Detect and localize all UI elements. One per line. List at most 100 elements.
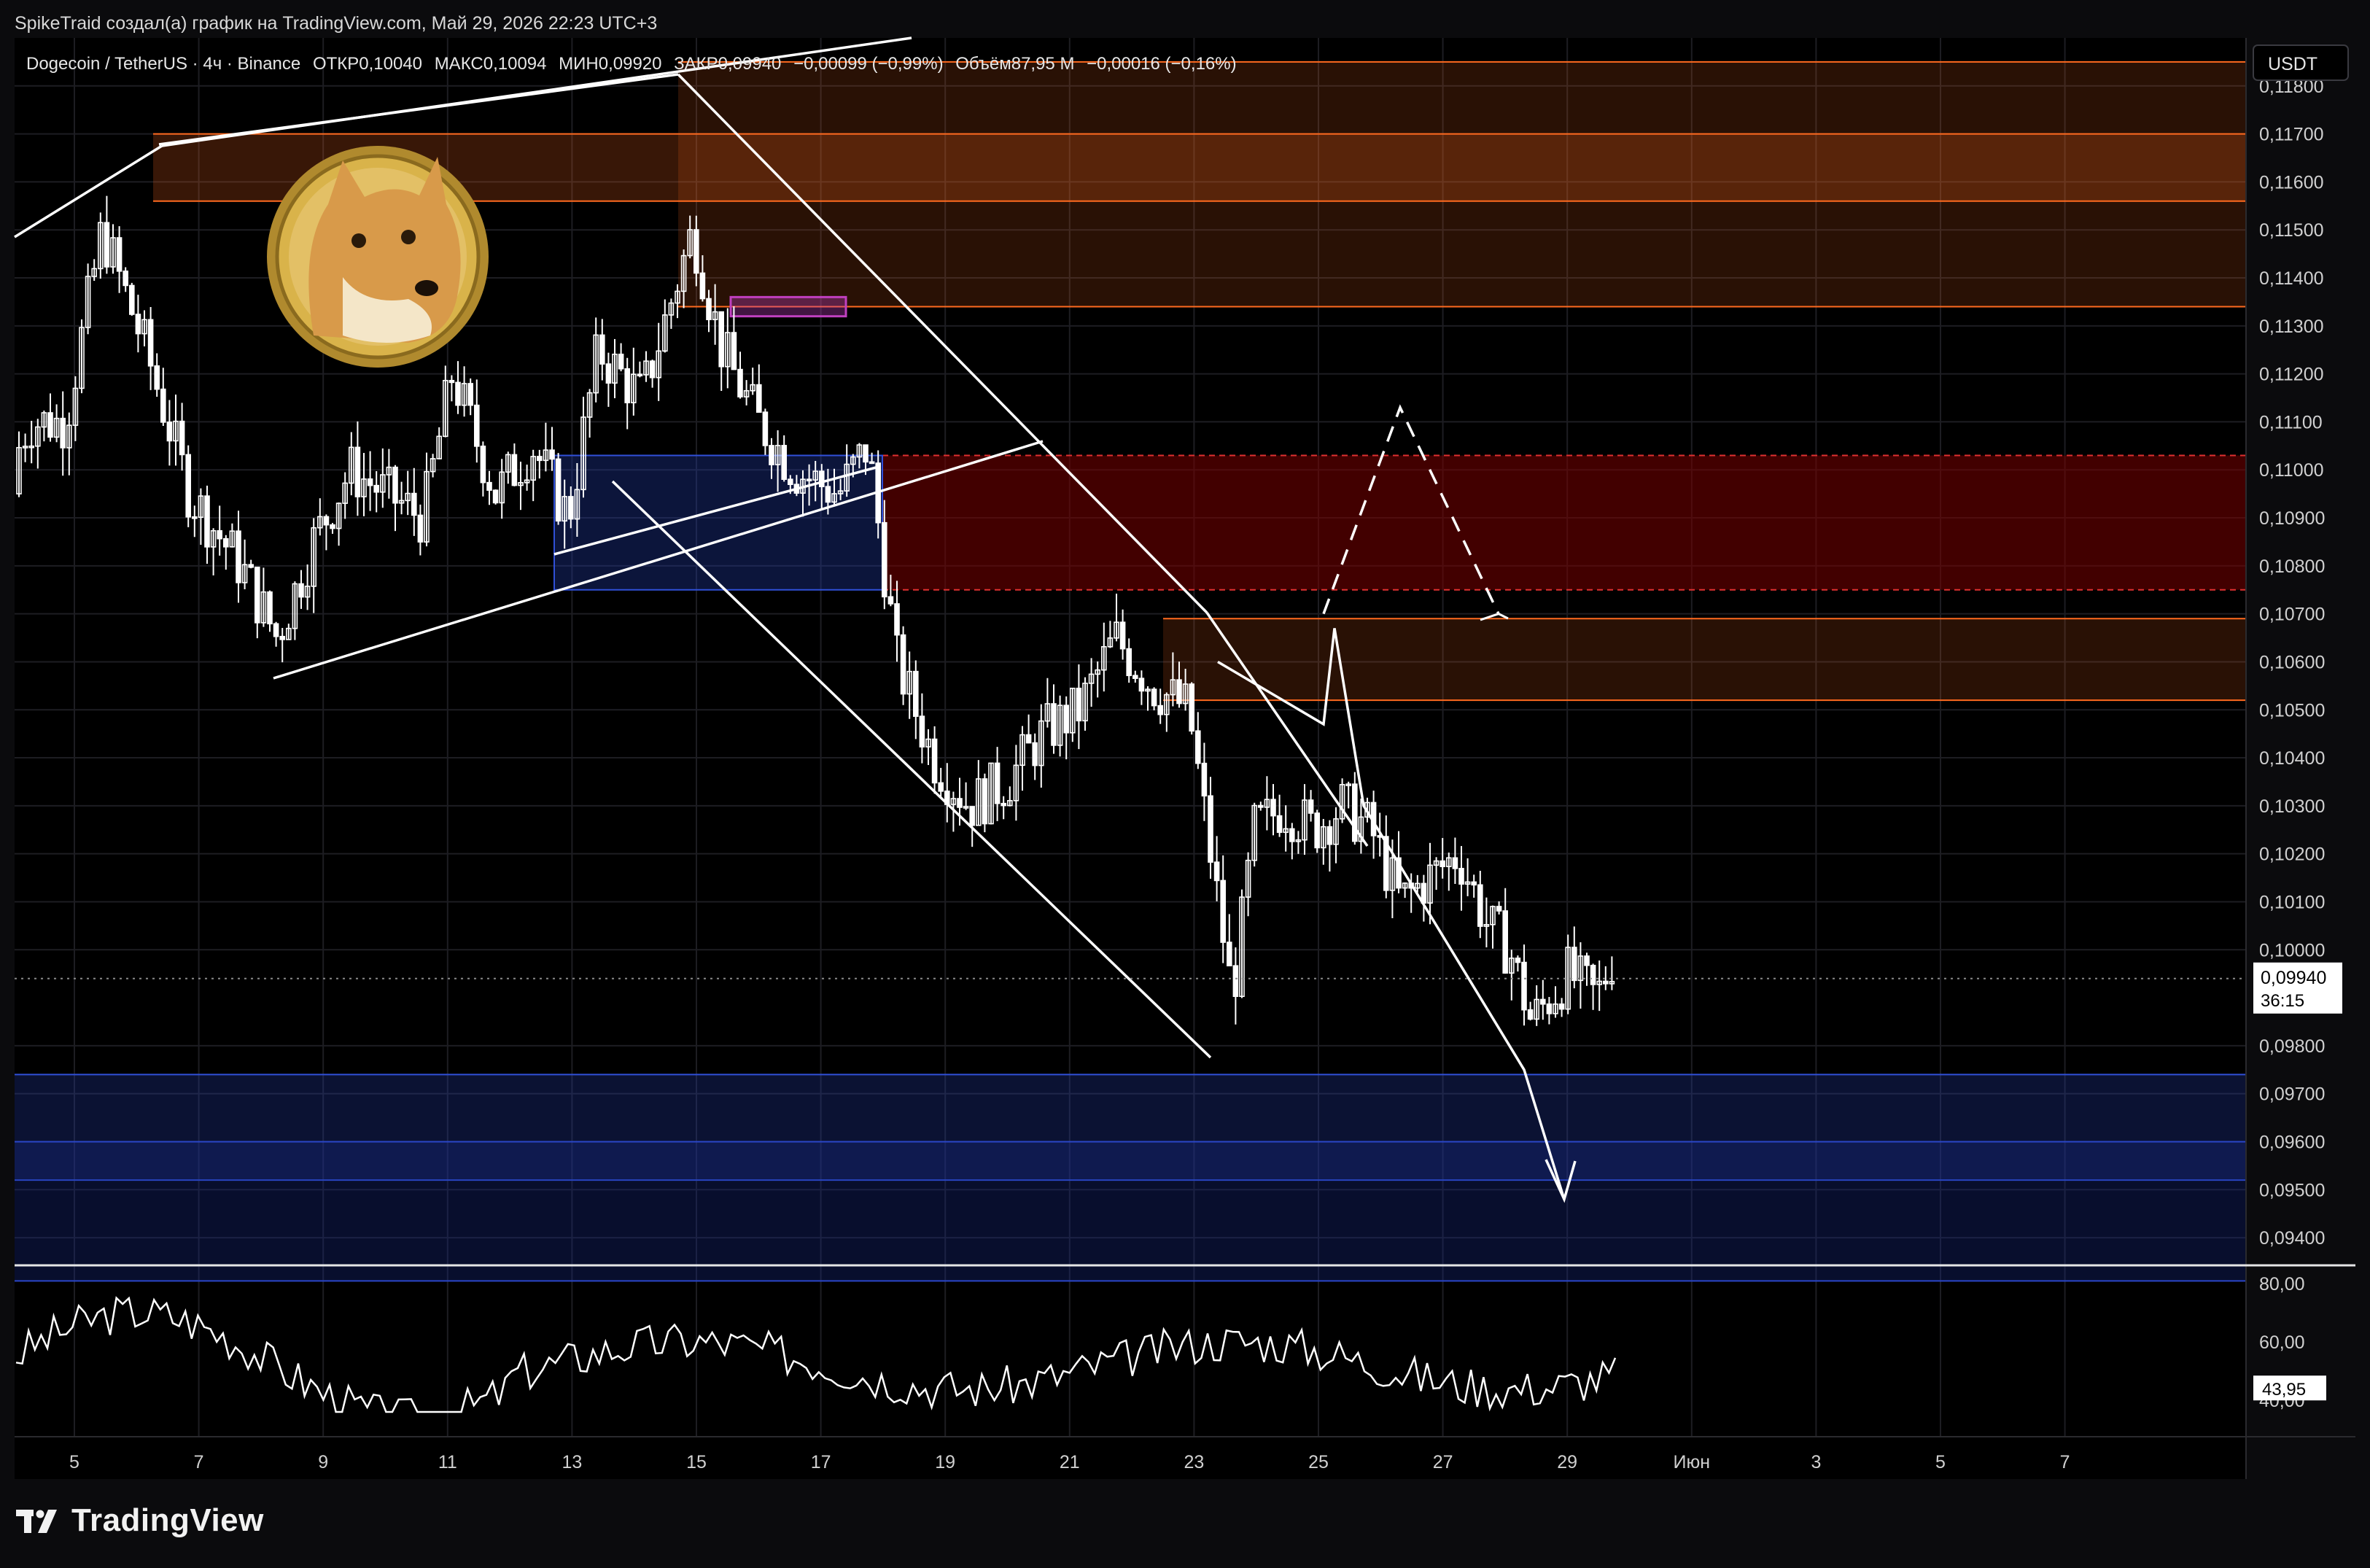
symbol-legend: Dogecoin / TetherUS · 4ч · Binance ОТКР0… <box>26 54 1244 74</box>
price-tick-label: 0,11500 <box>2259 220 2324 241</box>
brand-name: TradingView <box>71 1502 264 1538</box>
candle-body <box>1276 815 1283 834</box>
candle-body <box>882 521 887 598</box>
candle-body <box>492 489 499 504</box>
price-tick-label: 0,10400 <box>2259 748 2325 769</box>
price-tick-label: 0,09800 <box>2259 1036 2325 1057</box>
chart-credit: SpikeTraid создал(а) график на TradingVi… <box>15 13 658 34</box>
candle-body <box>731 332 737 370</box>
candle-body <box>392 466 398 504</box>
candle-body <box>448 379 455 384</box>
price-chart[interactable]: 0,118000,117000,116000,115000,114000,113… <box>0 0 2370 1568</box>
price-tick-label: 0,10900 <box>2259 508 2325 529</box>
candle-body <box>1138 678 1145 692</box>
candle-body <box>957 798 963 808</box>
candle-body <box>1032 742 1038 766</box>
candle-body <box>279 635 286 640</box>
candle-body <box>473 404 480 447</box>
rsi-tick-label: 60,00 <box>2259 1332 2305 1353</box>
order-block-zone <box>553 454 883 591</box>
candle-body <box>417 514 424 543</box>
candle-body <box>147 319 154 367</box>
candle-body <box>1289 828 1295 842</box>
candle-body <box>1119 621 1126 650</box>
legend-symbol: Dogecoin / TetherUS · 4ч · Binance <box>26 54 301 74</box>
price-tick-label: 0,10600 <box>2259 652 2325 672</box>
dog-eye <box>351 233 366 248</box>
candle-body <box>756 384 762 413</box>
candle-body <box>536 456 543 462</box>
currency-label: USDT <box>2268 54 2317 74</box>
legend-change: −0,00099 (−0,99%) <box>793 54 944 74</box>
price-tick-label: 0,10000 <box>2259 940 2325 960</box>
candle-body <box>60 417 66 449</box>
candle-body <box>693 229 699 274</box>
time-tick-label: Июн <box>1674 1452 1711 1472</box>
countdown-label: 36:15 <box>2261 991 2304 1011</box>
time-tick-label: 19 <box>935 1452 955 1472</box>
legend-close: ЗАКР0,09940 <box>674 54 782 74</box>
candle-body <box>330 524 335 529</box>
candle-body <box>179 420 185 456</box>
candle-body <box>104 222 110 268</box>
candle-body <box>549 449 555 460</box>
price-tick-label: 0,10100 <box>2259 892 2325 912</box>
candle-body <box>1001 802 1006 807</box>
tradingview-brand[interactable]: TradingView <box>16 1502 264 1539</box>
candle-body <box>1227 942 1232 966</box>
candle-body <box>819 470 825 487</box>
candle-body <box>367 478 373 486</box>
candle-body <box>982 778 988 825</box>
candle-body <box>869 461 875 465</box>
candle-body <box>769 445 774 465</box>
rsi-tick-label: 80,00 <box>2259 1274 2305 1295</box>
candle-body <box>1195 730 1201 764</box>
time-tick-label: 9 <box>318 1452 328 1472</box>
price-tick-label: 0,10500 <box>2259 700 2325 721</box>
candle-body <box>166 422 173 442</box>
price-tick-label: 0,10200 <box>2259 845 2325 865</box>
legend-high: МАКС0,10094 <box>434 54 547 74</box>
candle-body <box>47 412 53 438</box>
candle-body <box>762 411 769 446</box>
price-tick-label: 0,09700 <box>2259 1084 2325 1105</box>
candle-body <box>718 311 725 368</box>
candle-body <box>298 583 304 598</box>
candle-body <box>123 270 128 287</box>
candle-body <box>1546 1003 1553 1014</box>
candle-body <box>222 537 229 548</box>
price-tick-label: 0,11400 <box>2259 268 2324 289</box>
price-tick-label: 0,11600 <box>2259 172 2324 193</box>
dog-eye <box>401 230 416 244</box>
dog-nose <box>415 280 438 296</box>
candle-body <box>1521 961 1527 1011</box>
time-tick-label: 5 <box>1935 1452 1946 1472</box>
time-tick-label: 11 <box>438 1452 457 1472</box>
price-tick-label: 0,09600 <box>2259 1132 2325 1152</box>
candle-body <box>1502 910 1508 974</box>
candle-body <box>254 566 260 624</box>
candle-body <box>894 603 900 636</box>
candle-body <box>1151 688 1157 707</box>
time-tick-label: 25 <box>1308 1452 1329 1472</box>
time-tick-label: 27 <box>1433 1452 1453 1472</box>
candle-body <box>1270 799 1276 817</box>
candle-body <box>1326 826 1333 845</box>
rsi-value-label: 43,95 <box>2262 1380 2306 1400</box>
candle-body <box>806 478 812 481</box>
price-tick-label: 0,10300 <box>2259 796 2325 817</box>
candle-body <box>1232 965 1239 998</box>
candle-body <box>191 516 198 519</box>
price-tick-label: 0,11000 <box>2259 460 2324 481</box>
candle-body <box>825 486 831 503</box>
time-tick-label: 13 <box>562 1452 582 1472</box>
candle-body <box>900 634 906 695</box>
candle-body <box>1571 947 1577 982</box>
candle-body <box>1126 648 1132 677</box>
price-tick-label: 0,10700 <box>2259 605 2325 625</box>
candle-body <box>411 492 417 516</box>
candle-body <box>599 334 605 365</box>
price-tick-label: 0,11100 <box>2259 412 2323 432</box>
time-tick-label: 15 <box>686 1452 707 1472</box>
candle-body <box>511 454 518 486</box>
